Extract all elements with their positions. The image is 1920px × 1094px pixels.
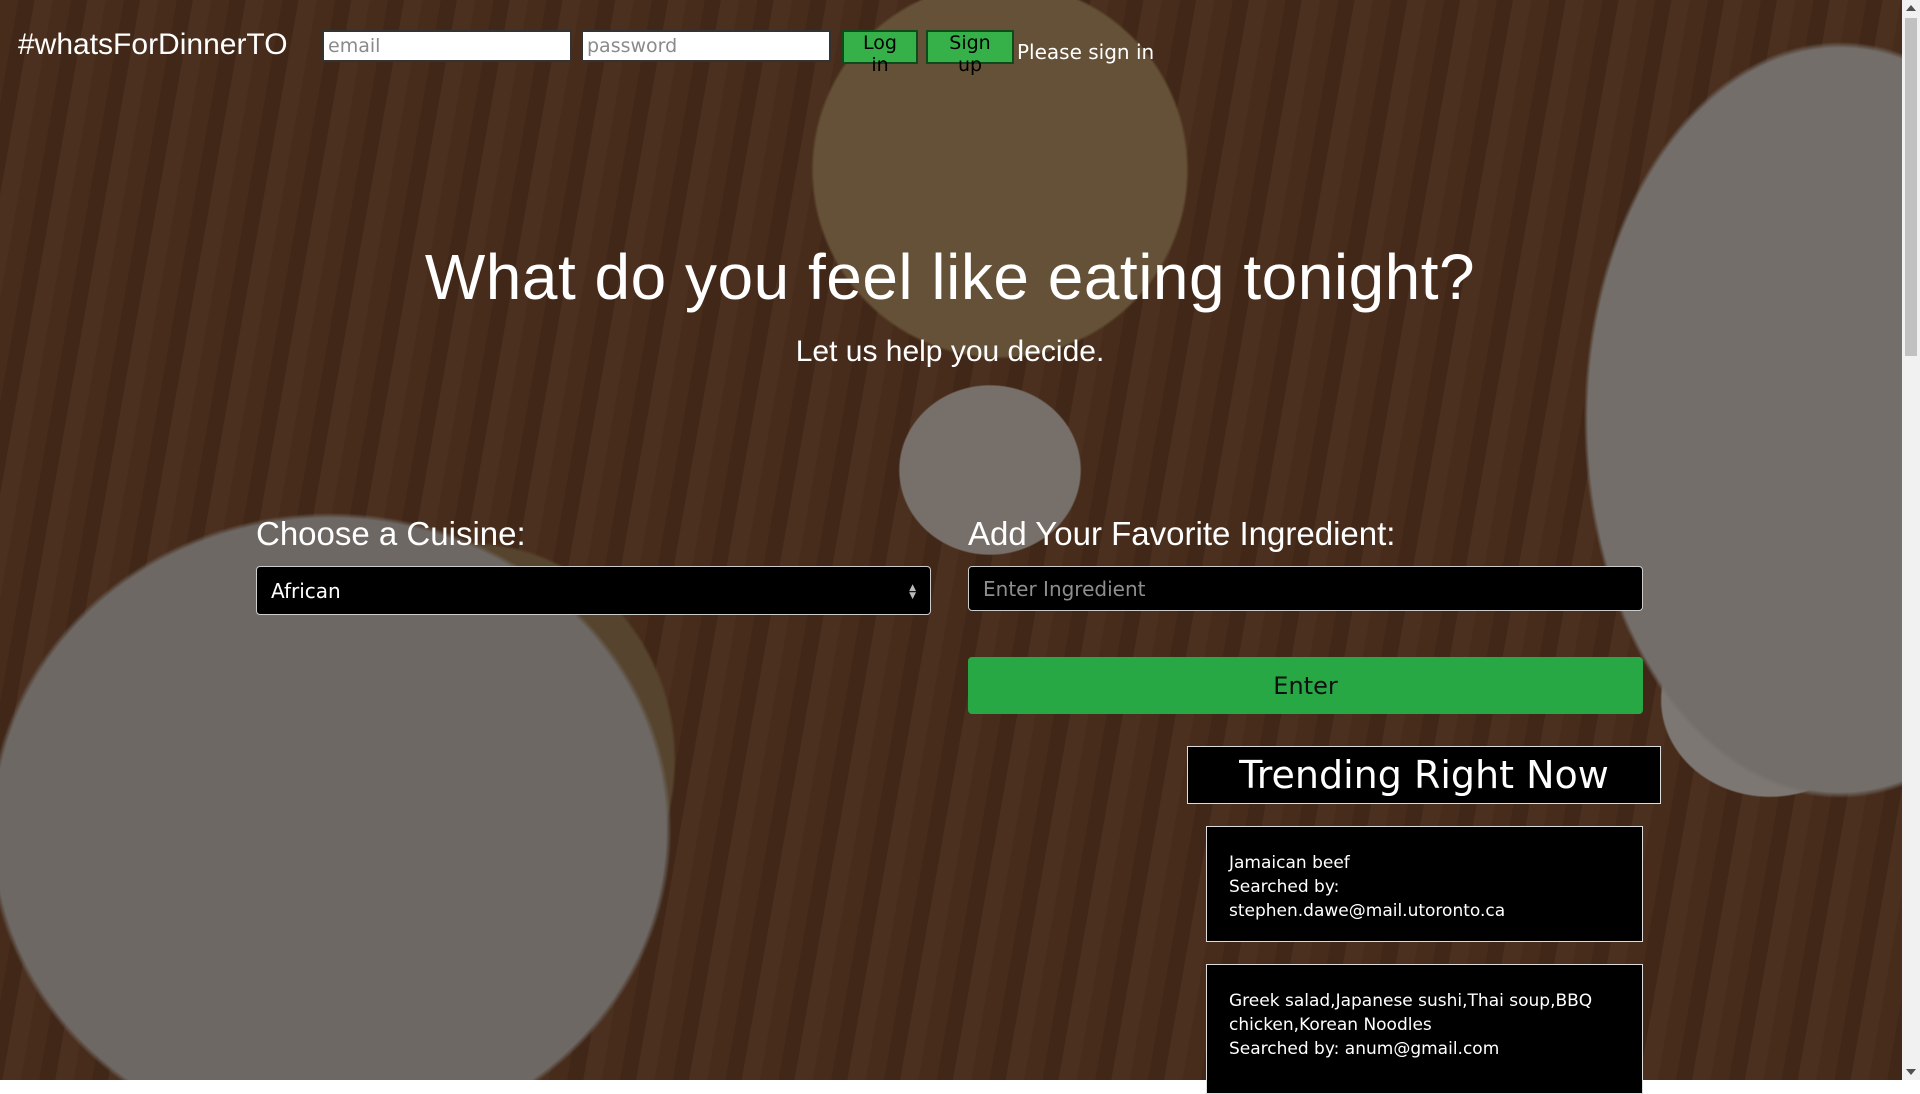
password-field[interactable] — [581, 30, 831, 62]
ingredient-input[interactable] — [968, 566, 1643, 611]
signup-button[interactable]: Sign up — [926, 30, 1014, 76]
scrollbar-thumb[interactable] — [1905, 18, 1917, 356]
trending-card: Greek salad,Japanese sushi,Thai soup,BBQ… — [1206, 964, 1643, 1094]
page-scrollbar[interactable] — [1902, 0, 1920, 1080]
trending-searched-by: Searched by: anum@gmail.com — [1229, 1039, 1500, 1059]
scroll-down-arrow-icon[interactable] — [1906, 1069, 1916, 1075]
select-caret-icon: ▲ ▼ — [909, 583, 916, 601]
trending-searched-by: Searched by: stephen.dawe@mail.utoronto.… — [1229, 877, 1506, 921]
trending-card: Jamaican beef Searched by: stephen.dawe@… — [1206, 826, 1643, 942]
login-button[interactable]: Log in — [842, 30, 918, 76]
trending-heading: Trending Right Now — [1187, 746, 1661, 804]
trending-query: Greek salad,Japanese sushi,Thai soup,BBQ… — [1229, 991, 1593, 1035]
cuisine-select[interactable]: African ▲ ▼ — [256, 566, 931, 615]
brand-title: #whatsForDinnerTO — [18, 28, 288, 61]
hero-subtitle: Let us help you decide. — [795, 335, 1105, 368]
scroll-up-arrow-icon[interactable] — [1906, 5, 1916, 11]
ingredient-label: Add Your Favorite Ingredient: — [968, 515, 1396, 552]
cuisine-selected-value: African — [271, 579, 341, 603]
page-content: #whatsForDinnerTO Log in Sign up Please … — [0, 0, 1920, 1094]
trending-query: Jamaican beef — [1229, 853, 1350, 873]
enter-button[interactable]: Enter — [968, 657, 1643, 714]
email-field[interactable] — [322, 30, 572, 62]
signin-status: Please sign in — [1017, 40, 1155, 64]
cuisine-label: Choose a Cuisine: — [256, 515, 526, 552]
hero-title: What do you feel like eating tonight? — [424, 241, 1476, 313]
